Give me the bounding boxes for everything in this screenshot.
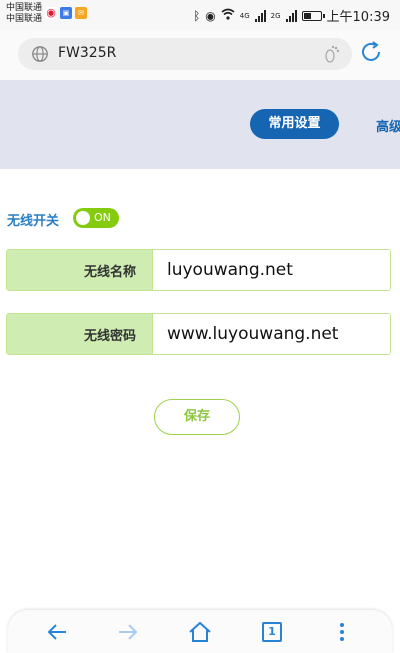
clock: 上午10:39 xyxy=(326,10,390,25)
battery-icon xyxy=(301,10,325,21)
password-input[interactable] xyxy=(152,314,390,354)
carrier-info: 中国联通 中国联通 xyxy=(6,3,42,25)
message-icon: ✉ xyxy=(75,7,87,19)
globe-icon xyxy=(32,46,48,62)
carrier-1: 中国联通 xyxy=(6,3,43,13)
tabs-icon: 1 xyxy=(262,622,282,642)
ssid-label: 无线名称 xyxy=(7,250,152,290)
bluetooth-icon: ᛒ xyxy=(193,8,201,23)
tabs-button[interactable]: 1 xyxy=(260,620,284,644)
tab-common-settings[interactable]: 常用设置 xyxy=(250,109,339,139)
tab-advanced-settings[interactable]: 高级设置 xyxy=(376,116,400,135)
status-right: ᛒ ◉ 4G 2G 上午10:39 xyxy=(193,6,390,26)
wifi-icon xyxy=(221,8,235,23)
settings-header: 常用设置 高级设置 xyxy=(0,80,400,169)
save-button[interactable]: 保存 xyxy=(154,399,240,435)
toggle-knob xyxy=(76,211,90,225)
weibo-icon: ◉ xyxy=(45,6,57,19)
wifi-switch-label: 无线开关 xyxy=(7,214,60,229)
browser-bottom-nav: 1 xyxy=(8,610,392,653)
footprint-icon[interactable] xyxy=(322,44,342,64)
eye-icon: ◉ xyxy=(205,8,216,23)
password-row: 无线密码 xyxy=(6,313,391,355)
signal-1-icon xyxy=(254,9,266,22)
forward-icon[interactable] xyxy=(116,620,140,644)
network-4g-label: 4G xyxy=(239,11,250,20)
network-2g-label: 2G xyxy=(270,11,281,20)
toggle-state: ON xyxy=(94,211,111,224)
carrier-2: 中国联通 xyxy=(6,14,43,24)
status-bar: 中国联通 中国联通 ◉ ▣ ✉ ᛒ ◉ 4G 2G 上午10:39 xyxy=(0,0,400,30)
ssid-row: 无线名称 xyxy=(6,249,391,291)
url-text[interactable]: FW325R xyxy=(58,45,116,61)
signal-2-icon xyxy=(285,9,297,22)
wifi-toggle[interactable]: ON xyxy=(73,208,119,228)
ssid-input[interactable] xyxy=(152,250,390,290)
back-icon[interactable] xyxy=(45,620,69,644)
password-label: 无线密码 xyxy=(7,314,152,354)
home-icon[interactable] xyxy=(188,620,212,644)
browser-toolbar: FW325R xyxy=(0,30,400,80)
address-bar[interactable]: FW325R xyxy=(18,38,352,70)
menu-icon[interactable] xyxy=(330,620,354,644)
notification-icons: ◉ ▣ ✉ xyxy=(45,7,87,19)
reload-icon[interactable] xyxy=(358,39,384,65)
alipay-icon: ▣ xyxy=(60,7,72,19)
